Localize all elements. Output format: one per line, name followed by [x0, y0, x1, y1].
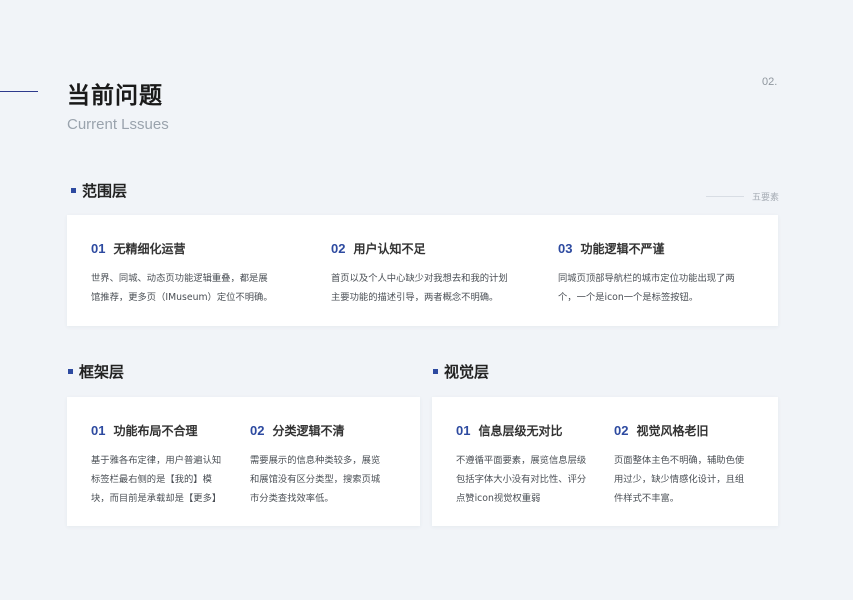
issue-item: 02 视觉风格老旧 页面整体主色不明确，辅助色使 用过少，缺少情感化设计，且组 …	[614, 422, 754, 508]
section-title: 框架层	[79, 363, 125, 381]
issue-description: 世界、同城、动态页功能逻辑重叠，都是展 馆推荐，更多页（IMuseum）定位不明…	[91, 269, 301, 307]
description-line: 基于雅各布定律，用户普遍认知	[91, 455, 222, 466]
issue-number: 01	[91, 241, 106, 256]
section-title: 范围层	[82, 182, 128, 200]
description-line: 标签栏最右侧的是【我的】模	[91, 474, 212, 485]
section-heading-visual: 视觉层	[433, 361, 489, 382]
description-line: 个，一个是icon一个是标签按钮。	[558, 292, 699, 303]
description-line: 点赞icon视觉权重弱	[456, 493, 541, 504]
issue-title: 功能布局不合理	[113, 424, 198, 438]
section-heading-scope: 范围层	[71, 180, 127, 201]
issue-heading: 01 无精细化运营	[91, 240, 301, 257]
page-title: 当前问题	[67, 83, 163, 109]
issue-title: 分类逻辑不清	[272, 424, 345, 438]
issue-item: 02 分类逻辑不清 需要展示的信息种类较多，展览 和展馆没有区分类型，搜索页城 …	[250, 422, 390, 508]
issue-item: 02 用户认知不足 首页以及个人中心缺少对我想去和我的计划 主要功能的描述引导，…	[331, 240, 541, 307]
page-subtitle: Current Lssues	[67, 116, 169, 133]
issue-number: 01	[456, 423, 471, 438]
issue-title: 视觉风格老旧	[636, 424, 709, 438]
square-bullet-icon	[71, 188, 76, 193]
description-line: 件样式不丰富。	[614, 493, 680, 504]
tag-label: 五要素	[752, 193, 780, 203]
issue-description: 页面整体主色不明确，辅助色使 用过少，缺少情感化设计，且组 件样式不丰富。	[614, 451, 754, 508]
issue-number: 02	[614, 423, 629, 438]
section-title: 视觉层	[444, 363, 490, 381]
issue-number: 02	[331, 241, 346, 256]
description-line: 块，而目前是承载却是【更多】	[91, 493, 222, 504]
issue-item: 01 功能布局不合理 基于雅各布定律，用户普遍认知 标签栏最右侧的是【我的】模 …	[91, 422, 231, 508]
section-tag: 五要素	[706, 190, 779, 203]
issue-heading: 03 功能逻辑不严谨	[558, 240, 768, 257]
issue-heading: 01 信息层级无对比	[456, 422, 596, 439]
description-line: 页面整体主色不明确，辅助色使	[614, 455, 745, 466]
visual-card: 01 信息层级无对比 不遵循平面要素，展览信息层级 包括字体大小没有对比性、评分…	[432, 397, 778, 526]
issue-title: 信息层级无对比	[478, 424, 563, 438]
description-line: 需要展示的信息种类较多，展览	[250, 455, 381, 466]
accent-line	[0, 91, 38, 92]
framework-card: 01 功能布局不合理 基于雅各布定律，用户普遍认知 标签栏最右侧的是【我的】模 …	[67, 397, 420, 526]
issue-title: 功能逻辑不严谨	[580, 242, 665, 256]
description-line: 用过少，缺少情感化设计，且组	[614, 474, 745, 485]
issue-heading: 02 分类逻辑不清	[250, 422, 390, 439]
description-line: 馆推荐，更多页（IMuseum）定位不明确。	[91, 292, 273, 303]
issue-heading: 02 用户认知不足	[331, 240, 541, 257]
issue-heading: 02 视觉风格老旧	[614, 422, 754, 439]
scope-card: 01 无精细化运营 世界、同城、动态页功能逻辑重叠，都是展 馆推荐，更多页（IM…	[67, 215, 778, 326]
issue-description: 基于雅各布定律，用户普遍认知 标签栏最右侧的是【我的】模 块，而目前是承载却是【…	[91, 451, 231, 508]
description-line: 和展馆没有区分类型，搜索页城	[250, 474, 381, 485]
page-number: 02.	[762, 76, 778, 88]
tag-divider	[706, 196, 744, 197]
issue-item: 01 无精细化运营 世界、同城、动态页功能逻辑重叠，都是展 馆推荐，更多页（IM…	[91, 240, 301, 307]
issue-description: 需要展示的信息种类较多，展览 和展馆没有区分类型，搜索页城 市分类查找效率低。	[250, 451, 390, 508]
issue-number: 01	[91, 423, 106, 438]
description-line: 同城页顶部导航栏的城市定位功能出现了两	[558, 273, 735, 284]
description-line: 不遵循平面要素，展览信息层级	[456, 455, 587, 466]
issue-heading: 01 功能布局不合理	[91, 422, 231, 439]
section-heading-framework: 框架层	[68, 361, 124, 382]
square-bullet-icon	[68, 369, 73, 374]
issue-description: 首页以及个人中心缺少对我想去和我的计划 主要功能的描述引导，两者概念不明确。	[331, 269, 541, 307]
issue-description: 不遵循平面要素，展览信息层级 包括字体大小没有对比性、评分 点赞icon视觉权重…	[456, 451, 596, 508]
square-bullet-icon	[433, 369, 438, 374]
issue-description: 同城页顶部导航栏的城市定位功能出现了两 个，一个是icon一个是标签按钮。	[558, 269, 768, 307]
issue-number: 03	[558, 241, 573, 256]
description-line: 首页以及个人中心缺少对我想去和我的计划	[331, 273, 508, 284]
description-line: 市分类查找效率低。	[250, 493, 334, 504]
issue-number: 02	[250, 423, 265, 438]
issue-title: 用户认知不足	[353, 242, 426, 256]
issue-item: 01 信息层级无对比 不遵循平面要素，展览信息层级 包括字体大小没有对比性、评分…	[456, 422, 596, 508]
description-line: 主要功能的描述引导，两者概念不明确。	[331, 292, 499, 303]
description-line: 包括字体大小没有对比性、评分	[456, 474, 587, 485]
description-line: 世界、同城、动态页功能逻辑重叠，都是展	[91, 273, 268, 284]
issue-item: 03 功能逻辑不严谨 同城页顶部导航栏的城市定位功能出现了两 个，一个是icon…	[558, 240, 768, 307]
issue-title: 无精细化运营	[113, 242, 186, 256]
